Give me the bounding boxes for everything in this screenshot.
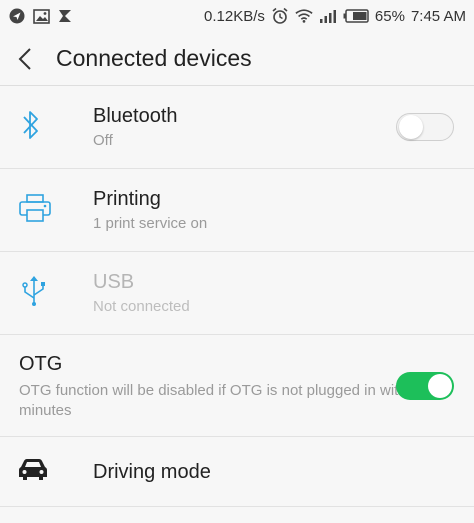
usb-status: Not connected: [93, 298, 190, 315]
signal-icon: [319, 7, 337, 25]
location-icon: [8, 7, 26, 25]
app-header: Connected devices: [0, 32, 474, 86]
bluetooth-row[interactable]: Bluetooth Off: [0, 86, 474, 169]
usb-label: USB: [93, 271, 135, 293]
wifi-icon: [295, 7, 313, 25]
bluetooth-icon: [18, 108, 44, 147]
app-notification-icon: [56, 7, 74, 25]
clock: 7:45 AM: [410, 7, 466, 25]
back-button[interactable]: [14, 47, 36, 70]
battery-icon: [343, 7, 369, 25]
status-bar: 0.12KB/s 65% 7:45 AM: [0, 0, 474, 32]
status-left: [8, 7, 74, 25]
alarm-icon: [271, 7, 289, 25]
driving-mode-row[interactable]: Driving mode: [0, 437, 474, 507]
printing-status: 1 print service on: [93, 215, 208, 232]
usb-row[interactable]: USB Not connected: [0, 252, 474, 335]
otg-toggle[interactable]: [396, 371, 454, 400]
page-title: Connected devices: [56, 45, 252, 71]
battery-percent: 65%: [374, 7, 405, 25]
usb-icon: [18, 274, 50, 313]
status-right: 0.12KB/s 65% 7:45 AM: [204, 7, 466, 25]
otg-row[interactable]: OTG OTG function will be disabled if OTG…: [0, 335, 474, 437]
car-icon: [18, 457, 48, 486]
network-speed: 0.12KB/s: [204, 7, 265, 25]
driving-mode-label: Driving mode: [93, 460, 211, 483]
printing-label: Printing: [93, 188, 161, 210]
printing-row[interactable]: Printing 1 print service on: [0, 169, 474, 252]
bluetooth-toggle[interactable]: [396, 113, 454, 141]
printer-icon: [18, 193, 52, 228]
gallery-icon: [32, 7, 50, 25]
chevron-left-icon: [18, 47, 31, 70]
